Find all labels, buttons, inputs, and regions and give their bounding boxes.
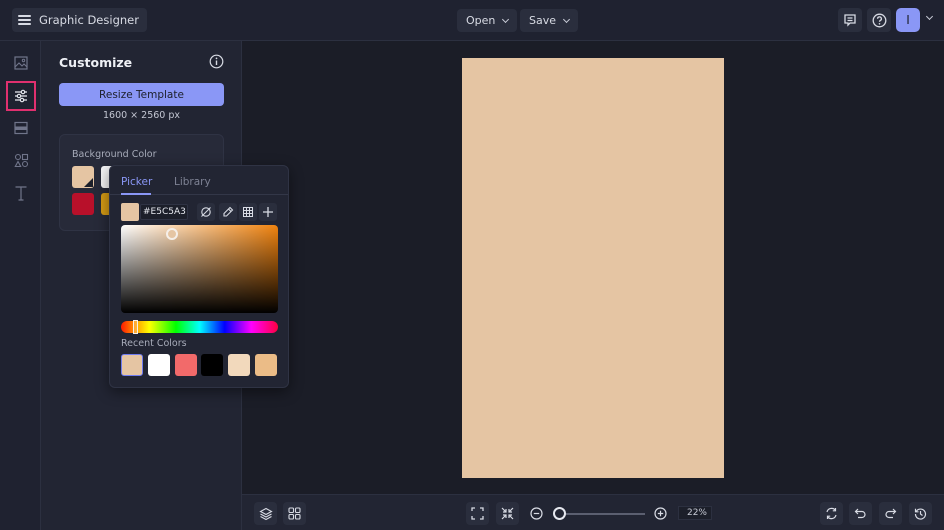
history-button[interactable]: [909, 502, 932, 525]
color-picker-tabs: Picker Library: [110, 166, 288, 195]
recent-colors-label: Recent Colors: [121, 338, 187, 349]
recent-color-4[interactable]: [228, 354, 250, 376]
color-picker-popover: Picker Library #E5C5A3 Recent Colors: [109, 165, 289, 388]
refresh-icon: [826, 507, 837, 520]
bg-swatch-current[interactable]: [72, 166, 94, 188]
palette-grid-button[interactable]: [239, 203, 257, 221]
expand-icon: [471, 507, 484, 520]
grid-icon: [288, 507, 301, 520]
canvas-workspace: [242, 41, 944, 494]
rail-item-layouts[interactable]: [6, 113, 36, 143]
feedback-button[interactable]: [838, 8, 862, 32]
chevron-down-icon: [502, 15, 510, 23]
user-avatar[interactable]: I: [896, 8, 920, 32]
bottom-toolbar: 22%: [242, 494, 944, 530]
shrink-button[interactable]: [496, 502, 519, 525]
save-menu-button[interactable]: Save: [520, 9, 579, 32]
hamburger-icon: [18, 15, 31, 25]
help-icon: [872, 13, 886, 27]
text-icon: [15, 186, 27, 201]
open-menu-button[interactable]: Open: [457, 9, 518, 32]
grid-view-button[interactable]: [283, 502, 306, 525]
hue-slider-handle[interactable]: [133, 320, 138, 334]
template-dimensions: 1600 × 2560 px: [102, 110, 181, 121]
layers-icon: [258, 507, 273, 520]
avatar-initial: I: [906, 13, 910, 27]
chevron-down-icon: [562, 15, 571, 23]
selected-corner-icon: [84, 178, 93, 187]
zoom-percentage[interactable]: 22%: [678, 506, 712, 520]
recent-color-3[interactable]: [201, 354, 223, 376]
add-color-button[interactable]: [259, 203, 277, 221]
zoom-out-icon[interactable]: [530, 507, 543, 520]
sliders-icon: [15, 89, 27, 103]
help-button[interactable]: [867, 8, 891, 32]
account-chevron-icon[interactable]: [925, 12, 934, 21]
recent-color-2[interactable]: [175, 354, 197, 376]
layers-button[interactable]: [254, 502, 277, 525]
image-icon: [14, 56, 28, 70]
undo-icon: [854, 508, 866, 519]
redo-button[interactable]: [879, 502, 902, 525]
plus-icon: [263, 207, 273, 217]
no-color-button[interactable]: [197, 203, 215, 221]
layout-icon: [14, 121, 28, 135]
saturation-value-area[interactable]: [121, 225, 278, 313]
recent-color-5[interactable]: [255, 354, 277, 376]
redo-icon: [885, 508, 897, 519]
recent-color-0[interactable]: [121, 354, 143, 376]
zoom-slider-track[interactable]: [560, 513, 645, 515]
rail-item-customize[interactable]: [6, 81, 36, 111]
zoom-in-icon[interactable]: [654, 507, 667, 520]
fit-screen-button[interactable]: [466, 502, 489, 525]
refresh-button[interactable]: [820, 502, 843, 525]
rail-item-images[interactable]: [6, 48, 36, 78]
active-tab-indicator: [121, 193, 151, 195]
resize-template-button[interactable]: Resize Template: [59, 83, 224, 106]
save-label: Save: [529, 14, 557, 27]
recent-color-1[interactable]: [148, 354, 170, 376]
top-bar: Graphic Designer Open Save I: [0, 0, 944, 41]
rail-item-text[interactable]: [6, 178, 36, 208]
eyedropper-button[interactable]: [219, 203, 237, 221]
main-menu-button[interactable]: Graphic Designer: [12, 8, 147, 32]
eyedropper-icon: [223, 206, 234, 217]
no-color-icon: [201, 207, 211, 217]
open-label: Open: [466, 14, 496, 27]
rail-item-elements[interactable]: [6, 145, 36, 175]
info-icon[interactable]: [209, 54, 224, 69]
tab-picker[interactable]: Picker: [121, 176, 152, 188]
design-page[interactable]: [462, 58, 724, 478]
left-rail: [0, 41, 41, 530]
color-picker-handle[interactable]: [166, 228, 178, 240]
hex-color-input[interactable]: #E5C5A3: [140, 204, 188, 220]
grid-icon: [243, 207, 253, 217]
app-title: Graphic Designer: [39, 13, 139, 27]
panel-title: Customize: [59, 55, 133, 70]
collapse-icon: [501, 507, 514, 520]
hue-slider[interactable]: [121, 320, 278, 334]
history-icon: [914, 508, 927, 520]
tab-library[interactable]: Library: [174, 176, 211, 188]
background-color-label: Background Color: [72, 149, 157, 160]
current-color-swatch: [121, 203, 139, 221]
comment-icon: [844, 14, 856, 27]
bg-swatch-red[interactable]: [72, 193, 94, 215]
zoom-slider-thumb[interactable]: [553, 507, 566, 520]
shapes-icon: [13, 153, 28, 167]
undo-button[interactable]: [849, 502, 872, 525]
